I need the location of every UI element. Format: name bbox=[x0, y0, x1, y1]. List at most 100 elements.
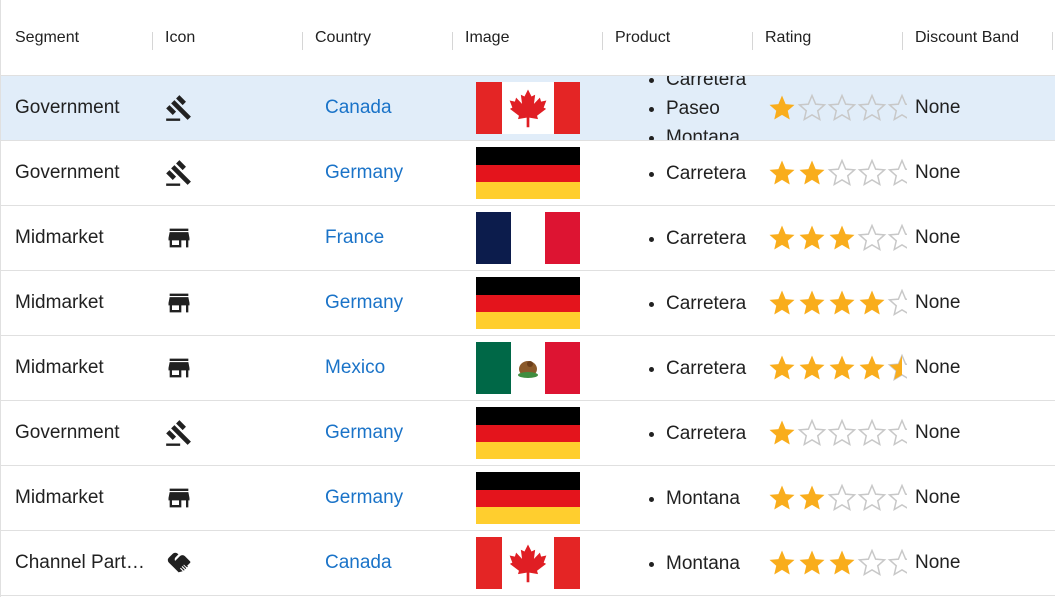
star-icon[interactable] bbox=[797, 548, 827, 578]
star-rating[interactable] bbox=[767, 531, 907, 595]
star-icon[interactable] bbox=[857, 548, 887, 578]
country-link[interactable]: Canada bbox=[325, 76, 392, 140]
column-resizer[interactable] bbox=[302, 32, 303, 50]
germany-flag bbox=[476, 472, 580, 524]
product-item: Carretera bbox=[666, 354, 746, 383]
segment-cell: Midmarket bbox=[15, 487, 104, 508]
header-segment[interactable]: Segment bbox=[15, 0, 79, 76]
discount-band-cell: None bbox=[915, 97, 961, 118]
header-image[interactable]: Image bbox=[465, 0, 509, 76]
column-resizer[interactable] bbox=[752, 32, 753, 50]
column-resizer[interactable] bbox=[602, 32, 603, 50]
table-row[interactable]: Channel Partners Canada Montana None bbox=[1, 531, 1055, 596]
star-icon[interactable] bbox=[767, 418, 797, 448]
country-link[interactable]: Germany bbox=[325, 401, 403, 465]
header-product[interactable]: Product bbox=[615, 0, 670, 76]
star-icon[interactable] bbox=[767, 483, 797, 513]
country-link[interactable]: Germany bbox=[325, 141, 403, 205]
product-list: CarreteraPaseoMontana bbox=[646, 76, 746, 140]
table-row[interactable]: Midmarket Germany Carretera None bbox=[1, 271, 1055, 336]
product-cell: Carretera bbox=[646, 271, 756, 335]
segment-cell: Channel Partners bbox=[15, 552, 145, 573]
star-icon[interactable] bbox=[887, 483, 907, 513]
country-link[interactable]: France bbox=[325, 206, 384, 270]
header-rating[interactable]: Rating bbox=[765, 0, 811, 76]
header-country[interactable]: Country bbox=[315, 0, 371, 76]
header-icon[interactable]: Icon bbox=[165, 0, 195, 76]
germany-flag bbox=[476, 277, 580, 329]
product-cell: Carretera bbox=[646, 206, 756, 270]
table-row[interactable]: Government Germany Carretera None bbox=[1, 401, 1055, 466]
star-icon[interactable] bbox=[857, 223, 887, 253]
star-icon[interactable] bbox=[857, 483, 887, 513]
product-item: Carretera bbox=[666, 159, 746, 188]
star-icon[interactable] bbox=[827, 548, 857, 578]
star-icon[interactable] bbox=[797, 418, 827, 448]
table-row[interactable]: Midmarket France Carretera None bbox=[1, 206, 1055, 271]
star-icon[interactable] bbox=[797, 353, 827, 383]
star-icon[interactable] bbox=[827, 158, 857, 188]
star-icon[interactable] bbox=[887, 288, 907, 318]
star-icon[interactable] bbox=[827, 483, 857, 513]
star-rating[interactable] bbox=[767, 206, 907, 270]
store-icon bbox=[165, 336, 199, 400]
star-icon[interactable] bbox=[887, 93, 907, 123]
star-icon[interactable] bbox=[767, 223, 797, 253]
star-icon[interactable] bbox=[767, 93, 797, 123]
column-resizer[interactable] bbox=[902, 32, 903, 50]
star-icon[interactable] bbox=[827, 288, 857, 318]
star-rating[interactable] bbox=[767, 466, 907, 530]
country-link[interactable]: Germany bbox=[325, 466, 403, 530]
star-icon[interactable] bbox=[827, 93, 857, 123]
star-icon[interactable] bbox=[887, 158, 907, 188]
table-row[interactable]: Midmarket Germany Montana None bbox=[1, 466, 1055, 531]
star-icon[interactable] bbox=[857, 288, 887, 318]
star-icon[interactable] bbox=[797, 93, 827, 123]
star-icon[interactable] bbox=[887, 418, 907, 448]
country-link[interactable]: Canada bbox=[325, 531, 392, 595]
canada-flag bbox=[476, 82, 580, 134]
star-icon[interactable] bbox=[797, 288, 827, 318]
star-icon[interactable] bbox=[857, 158, 887, 188]
mexico-flag bbox=[476, 342, 580, 394]
star-rating[interactable] bbox=[767, 401, 907, 465]
column-resizer[interactable] bbox=[152, 32, 153, 50]
star-icon[interactable] bbox=[767, 353, 797, 383]
star-icon[interactable] bbox=[887, 548, 907, 578]
country-link[interactable]: Mexico bbox=[325, 336, 385, 400]
product-cell: Carretera bbox=[646, 141, 756, 205]
header-discount-band[interactable]: Discount Band bbox=[915, 0, 1019, 76]
star-icon[interactable] bbox=[887, 353, 907, 383]
star-rating[interactable] bbox=[767, 271, 907, 335]
discount-band-cell: None bbox=[915, 552, 961, 573]
star-icon[interactable] bbox=[827, 223, 857, 253]
star-icon[interactable] bbox=[797, 483, 827, 513]
star-rating[interactable] bbox=[767, 141, 907, 205]
star-icon[interactable] bbox=[827, 418, 857, 448]
discount-band-cell: None bbox=[915, 357, 961, 378]
product-item: Paseo bbox=[666, 94, 746, 123]
star-icon[interactable] bbox=[767, 548, 797, 578]
star-icon[interactable] bbox=[857, 353, 887, 383]
gavel-icon bbox=[165, 141, 199, 205]
star-rating[interactable] bbox=[767, 336, 907, 400]
star-rating[interactable] bbox=[767, 76, 907, 140]
star-icon[interactable] bbox=[857, 93, 887, 123]
discount-band-cell: None bbox=[915, 422, 961, 443]
star-icon[interactable] bbox=[767, 158, 797, 188]
discount-band-cell: None bbox=[915, 162, 961, 183]
star-icon[interactable] bbox=[797, 223, 827, 253]
table-row[interactable]: Midmarket Mexico Carretera None bbox=[1, 336, 1055, 401]
product-item: Montana bbox=[666, 123, 746, 141]
star-icon[interactable] bbox=[887, 223, 907, 253]
star-icon[interactable] bbox=[827, 353, 857, 383]
star-icon[interactable] bbox=[767, 288, 797, 318]
column-resizer[interactable] bbox=[1052, 32, 1053, 50]
product-list: Carretera bbox=[646, 354, 746, 383]
column-resizer[interactable] bbox=[452, 32, 453, 50]
star-icon[interactable] bbox=[857, 418, 887, 448]
table-row[interactable]: Government Germany Carretera None bbox=[1, 141, 1055, 206]
star-icon[interactable] bbox=[797, 158, 827, 188]
country-link[interactable]: Germany bbox=[325, 271, 403, 335]
table-row[interactable]: Government Canada CarreteraPaseoMontana Non… bbox=[1, 76, 1055, 141]
